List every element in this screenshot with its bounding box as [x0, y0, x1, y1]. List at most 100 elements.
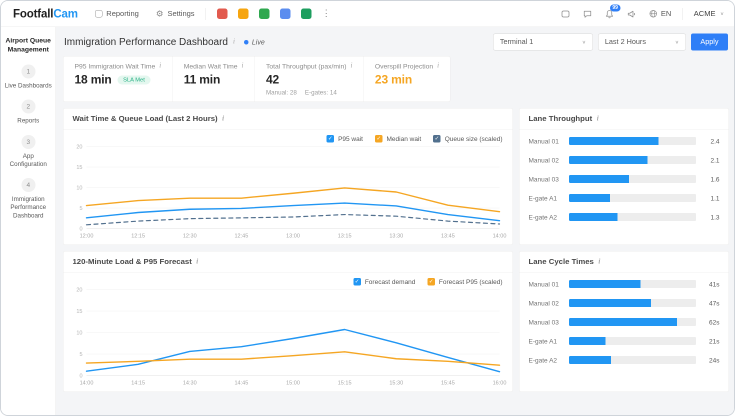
kpi-p95-wait-time: P95 Immigration Wait Time i 18 min SLA Met: [64, 56, 173, 102]
language-selector[interactable]: EN: [648, 9, 671, 19]
bar-row-e-gate-a1: E-gate A1 1.1: [529, 194, 720, 202]
app-tile-icon-4[interactable]: [280, 8, 291, 19]
sidebar-item-immigration-performance-dashboard[interactable]: 4 Immigration Performance Dashboard: [1, 173, 56, 224]
bar-value: 1.6: [710, 175, 720, 183]
kpi-value: 42: [265, 73, 279, 87]
bar: [569, 213, 618, 221]
kpi-value: 23 min: [374, 73, 413, 87]
bar-row-e-gate-a2: E-gate A2 1.3: [529, 213, 720, 221]
logo-text-blue: Cam: [53, 7, 78, 20]
forecast-chart-card: 120-Minute Load & P95 Forecast i ✓ Forecas…: [63, 251, 513, 392]
app-tile-icon-1[interactable]: [217, 8, 228, 19]
bar: [569, 194, 611, 202]
nav-reporting[interactable]: Reporting: [94, 10, 139, 18]
bar-label: Manual 03: [528, 318, 559, 326]
y-axis-tick: 10: [76, 186, 82, 192]
legend-checkbox-icon: ✓: [433, 135, 441, 143]
chat-icon[interactable]: [582, 9, 592, 19]
bar-label: Manual 01: [528, 280, 559, 288]
legend-median-wait[interactable]: ✓ Median wait: [375, 135, 421, 143]
legend-checkbox-icon: ✓: [326, 135, 335, 143]
info-icon[interactable]: i: [598, 258, 600, 266]
sidebar-item-label: Live Dashboards: [4, 82, 52, 90]
bar: [569, 299, 651, 307]
legend-checkbox-icon: ✓: [375, 135, 383, 143]
step-number: 3: [21, 134, 36, 149]
kpi-value: 11 min: [183, 73, 221, 87]
language-label: EN: [660, 9, 672, 19]
apply-button[interactable]: Apply: [690, 33, 728, 51]
legend-label: Forecast demand: [364, 278, 416, 286]
bar: [569, 318, 677, 326]
kpi-total-throughput: Total Throughput (pax/min) i 42 Manual: 28 E…: [255, 56, 364, 102]
series-p95-wait: [85, 202, 501, 222]
main-content: Immigration Performance Dashboard i Live…: [56, 27, 734, 415]
announcement-megaphone-icon[interactable]: [626, 9, 636, 19]
bar-row-e-gate-a2: E-gate A2 24s: [529, 356, 720, 364]
bar-label: E-gate A1: [528, 337, 558, 345]
info-icon[interactable]: i: [241, 62, 243, 70]
app-tile-icon-5[interactable]: [301, 8, 312, 19]
lane-cycle-times-card: Lane Cycle Times i Manual 01 41s Manual 02 4…: [519, 251, 729, 392]
sidebar-item-live-dashboards[interactable]: 1 Live Dashboards: [1, 60, 56, 95]
step-number: 1: [21, 64, 36, 79]
y-axis-tick: 5: [79, 352, 82, 358]
info-icon[interactable]: i: [350, 62, 352, 70]
terminal-select[interactable]: Terminal 1 ∨: [492, 33, 593, 51]
x-axis-tick: 12:15: [131, 234, 145, 240]
divider: [205, 7, 207, 20]
bar-track: [569, 175, 696, 183]
chart-card-title: Wait Time & Queue Load (Last 2 Hours) i: [63, 109, 513, 130]
info-icon[interactable]: i: [159, 62, 161, 70]
more-apps-icon[interactable]: ⋮: [322, 9, 332, 19]
wait-queue-chart-card: Wait Time & Queue Load (Last 2 Hours) i ✓…: [63, 108, 513, 245]
org-selector[interactable]: ACME ∨: [694, 10, 724, 19]
divider: [682, 7, 683, 20]
legend-checkbox-icon: ✓: [427, 278, 435, 286]
info-icon[interactable]: i: [196, 258, 198, 266]
bar-track: [569, 356, 696, 364]
bar-track: [569, 318, 696, 326]
kpi-subtext: Manual: 28 E-gates: 14: [266, 89, 352, 96]
legend-forecast-p95-scaled[interactable]: ✓ Forecast P95 (scaled): [427, 278, 503, 286]
bar-label: E-gate A1: [528, 194, 558, 202]
kpi-value-row: 42: [266, 73, 352, 87]
kpi-label: Total Throughput (pax/min) i: [266, 62, 352, 70]
bar-row-e-gate-a1: E-gate A1 21s: [529, 337, 720, 345]
sidebar-item-label: Immigration Performance Dashboard: [10, 195, 47, 219]
time-range-select[interactable]: Last 2 Hours ∨: [597, 33, 686, 51]
bar-label: Manual 02: [528, 299, 559, 307]
legend-forecast-demand[interactable]: ✓ Forecast demand: [353, 278, 415, 286]
sidebar-item-reports[interactable]: 2 Reports: [1, 95, 56, 130]
y-axis-tick: 0: [79, 227, 82, 233]
forecast-line-chart: 0 5 10 15 20 14:00 14:15 14:30 14:45 15:00 15:15 15…: [76, 288, 506, 387]
bar-track: [569, 137, 696, 145]
info-icon[interactable]: i: [233, 38, 235, 46]
chevron-down-icon: ∨: [581, 39, 586, 45]
bar-track: [569, 299, 696, 307]
footfallcam-logo[interactable]: FootfallCam: [13, 7, 78, 21]
notifications-bell-icon[interactable]: 99: [604, 4, 621, 19]
x-axis-tick: 14:15: [131, 381, 145, 387]
legend-p95-wait[interactable]: ✓ P95 wait: [326, 135, 363, 143]
sla-status-badge: SLA Met: [117, 75, 151, 85]
sidebar-item-label: App Configuration: [9, 152, 47, 168]
legend-queue-size-scaled[interactable]: ✓ Queue size (scaled): [433, 135, 503, 143]
bar-value: 1.3: [710, 213, 720, 221]
sidebar-item-app-configuration[interactable]: 3 App Configuration: [1, 130, 56, 173]
apps-box-icon[interactable]: [560, 9, 570, 19]
app-tile-icon-3[interactable]: [259, 8, 270, 19]
info-icon[interactable]: i: [597, 115, 599, 123]
bar: [569, 156, 648, 164]
kpi-value-row: 23 min: [375, 73, 439, 87]
bar-track: [569, 213, 696, 221]
y-axis-tick: 5: [79, 206, 82, 212]
info-icon[interactable]: i: [437, 62, 439, 70]
kpi-median-wait-time: Median Wait Time i 11 min: [173, 56, 255, 102]
nav-settings[interactable]: ⚙ Settings: [156, 10, 195, 19]
chart-card-title: 120-Minute Load & P95 Forecast i: [63, 252, 513, 273]
app-tile-icon-2[interactable]: [238, 8, 249, 19]
info-icon[interactable]: i: [222, 115, 224, 123]
x-axis-tick: 13:30: [389, 234, 403, 240]
bar-value: 41s: [709, 280, 720, 288]
